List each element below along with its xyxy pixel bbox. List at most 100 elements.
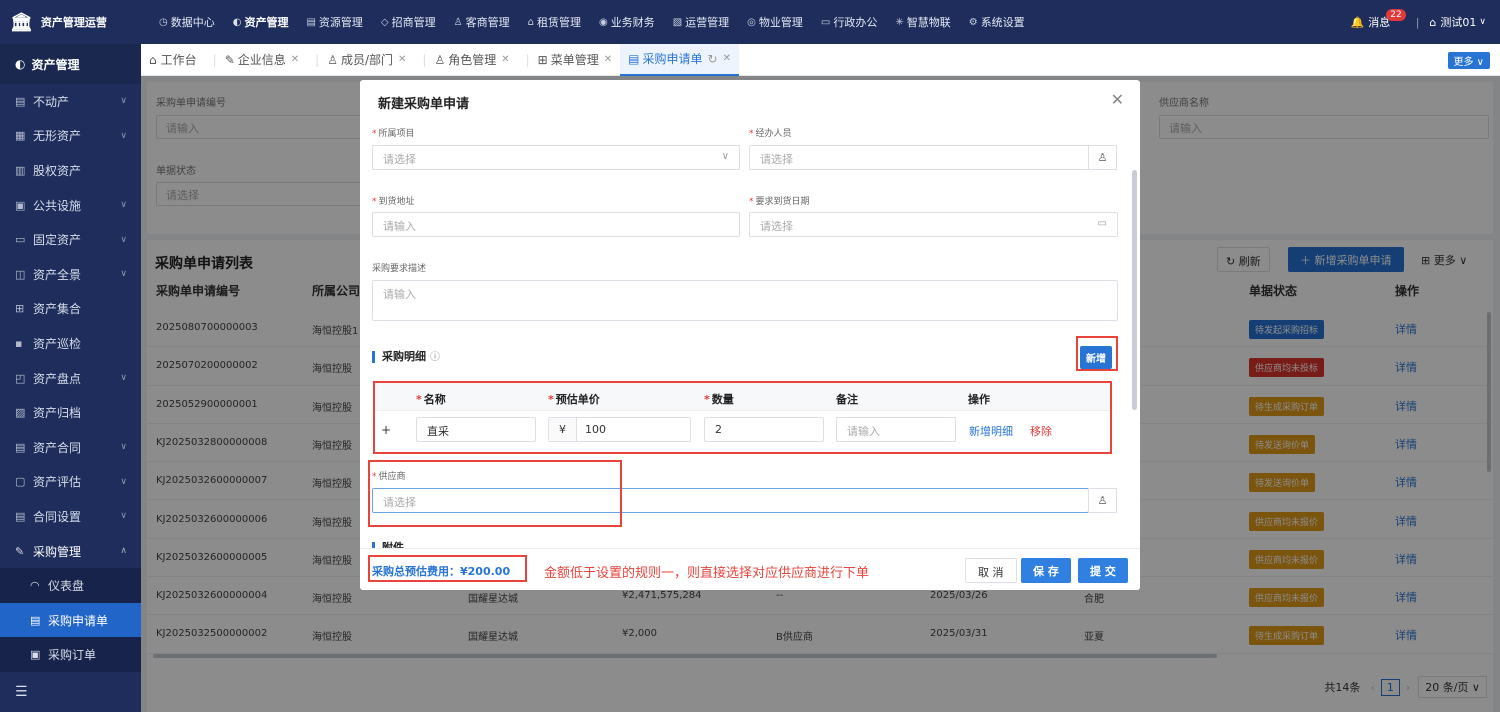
app-logo[interactable]: 🏛 资产管理运营 xyxy=(0,12,140,33)
bell-icon[interactable]: 🔔 xyxy=(1351,16,1365,29)
close-icon[interactable]: ✕ xyxy=(501,54,509,65)
iot-icon: ✳ xyxy=(895,16,904,28)
submit-button[interactable]: 提 交 xyxy=(1078,558,1128,583)
home-icon: ⌂ xyxy=(527,16,534,28)
nav-item-settings[interactable]: ⚙ 系统设置 xyxy=(960,0,1034,44)
description-textarea[interactable]: 请输入 xyxy=(372,280,1118,321)
close-icon[interactable]: ✕ xyxy=(398,54,406,65)
nav-item-iot[interactable]: ✳ 智慧物联 xyxy=(886,0,959,44)
home-icon: ⌂ xyxy=(149,52,157,67)
app-title: 资产管理运营 xyxy=(40,16,107,29)
supplier-picker-button[interactable]: ♙ xyxy=(1088,488,1117,513)
chevron-down-icon[interactable]: ∨ xyxy=(1479,17,1486,27)
nav-item-data-center[interactable]: ◷ 数据中心 xyxy=(150,0,224,44)
cancel-button[interactable]: 取 消 xyxy=(965,558,1017,583)
date-label: * 要求到货日期 xyxy=(749,197,810,207)
nav-item-admin[interactable]: ▭ 行政办公 xyxy=(812,0,886,44)
close-icon[interactable]: ✕ xyxy=(723,53,731,64)
nav-item-investment[interactable]: ◇ 招商管理 xyxy=(372,0,445,44)
document-icon: ▤ xyxy=(30,613,41,627)
building-icon: ▤ xyxy=(306,16,316,28)
sidebar-item-procurement[interactable]: ✎ 采购管理 ∧ xyxy=(0,534,141,569)
users-icon: ♙ xyxy=(453,16,463,28)
project-select[interactable]: 请选择 ∨ xyxy=(372,145,740,170)
nav-item-merchant[interactable]: ♙ 客商管理 xyxy=(445,0,519,44)
evaluation-icon: ▢ xyxy=(15,475,26,489)
nav-item-lease[interactable]: ⌂ 租赁管理 xyxy=(519,0,590,44)
chevron-down-icon: ∨ xyxy=(120,269,127,280)
nav-item-operation[interactable]: ▧ 运营管理 xyxy=(664,0,738,44)
sidebar-item-contract[interactable]: ▤ 资产合同 ∨ xyxy=(0,430,141,465)
tab-menus[interactable]: | ⊞ 菜单管理 ✕ xyxy=(518,44,621,76)
nav-item-resource[interactable]: ▤ 资源管理 xyxy=(297,0,371,44)
highlight-supplier xyxy=(368,460,622,527)
user-menu[interactable]: 测试01 xyxy=(1440,14,1476,30)
sidebar: ◐ 资产管理 ▤ 不动产 ∨ ▦ 无形资产 ∨ ▥ 股权资产 ▣ 公共设施 ∨ ▭ 固定资产 ∨ ◫… xyxy=(0,44,141,712)
close-icon[interactable]: ✕ xyxy=(1111,90,1124,109)
sidebar-item-intangible[interactable]: ▦ 无形资产 ∨ xyxy=(0,119,141,154)
chevron-down-icon: ∨ xyxy=(721,151,729,162)
sidebar-item-evaluation[interactable]: ▢ 资产评估 ∨ xyxy=(0,465,141,500)
close-icon[interactable]: ✕ xyxy=(604,54,612,65)
sidebar-item-inventory[interactable]: ◰ 资产盘点 ∨ xyxy=(0,361,141,396)
calendar-icon: ▭ xyxy=(1097,218,1107,229)
user-picker-button[interactable]: ♙ xyxy=(1088,145,1117,170)
tab-workbench[interactable]: ⌂ 工作台 xyxy=(141,44,205,76)
address-label: * 到货地址 xyxy=(372,197,415,207)
tabs-more-button[interactable]: 更多 ∨ xyxy=(1447,52,1490,69)
chevron-down-icon: ∨ xyxy=(120,442,127,453)
sidebar-item-public-facility[interactable]: ▣ 公共设施 ∨ xyxy=(0,188,141,223)
address-input[interactable]: 请输入 xyxy=(372,212,740,237)
highlight-add-button xyxy=(1076,336,1118,371)
chevron-down-icon: ∨ xyxy=(120,200,127,211)
dashboard-icon: ◷ xyxy=(159,16,168,28)
dialog-footer: 采购总预估费用：¥200.00 金额低于设置的规则一，则直接选择对应供应商进行下… xyxy=(360,548,1140,590)
detail-section-title: 采购明细 ⓘ xyxy=(372,351,440,363)
refresh-icon[interactable]: ↻ xyxy=(708,52,718,66)
tab-company-info[interactable]: | ✎ 企业信息 ✕ xyxy=(205,44,308,76)
sidebar-sub-purchase-request[interactable]: ▤ 采购申请单 xyxy=(0,602,141,638)
dialog-scrollbar[interactable] xyxy=(1132,170,1137,410)
sidebar-sub-dashboard[interactable]: ◠ 仪表盘 xyxy=(0,568,141,603)
nav-item-property[interactable]: ◎ 物业管理 xyxy=(738,0,812,44)
sidebar-item-fixed-asset[interactable]: ▭ 固定资产 ∨ xyxy=(0,222,141,257)
file-icon: ▦ xyxy=(15,129,26,143)
sidebar-sub-purchase-order[interactable]: ▣ 采购订单 xyxy=(0,637,141,672)
tab-roles[interactable]: | ♙ 角色管理 ✕ xyxy=(414,44,517,76)
chevron-down-icon: ∨ xyxy=(120,234,127,245)
handler-label: * 经办人员 xyxy=(749,129,792,139)
menu-collapse-icon[interactable]: ☰ xyxy=(15,684,28,700)
handler-input[interactable]: 请选择 xyxy=(749,145,1089,170)
user-icon: ♙ xyxy=(1097,151,1108,164)
main-nav: ◷ 数据中心 ◐ 资产管理 ▤ 资源管理 ◇ 招商管理 ♙ 客商管理 ⌂ 租赁管理 ◉ 业务财… xyxy=(150,0,1034,44)
sidebar-item-collection[interactable]: ⊞ 资产集合 xyxy=(0,292,141,327)
save-button[interactable]: 保 存 xyxy=(1021,558,1071,583)
asset-icon: ◐ xyxy=(15,57,26,71)
top-bar: 🏛 资产管理运营 ◷ 数据中心 ◐ 资产管理 ▤ 资源管理 ◇ 招商管理 ♙ 客商管理 ⌂… xyxy=(0,0,1500,44)
sidebar-item-contract-settings[interactable]: ▤ 合同设置 ∨ xyxy=(0,499,141,534)
bank-icon: 🏛 xyxy=(10,11,33,33)
nav-item-asset-management[interactable]: ◐ 资产管理 xyxy=(224,0,298,44)
sidebar-item-panorama[interactable]: ◫ 资产全景 ∨ xyxy=(0,257,141,292)
chevron-up-icon: ∧ xyxy=(120,546,127,557)
date-picker[interactable]: 请选择 ▭ xyxy=(749,212,1118,237)
edit-icon: ✎ xyxy=(224,52,235,67)
sidebar-item-inspection[interactable]: ▪ 资产巡检 xyxy=(0,326,141,361)
help-icon[interactable]: ⓘ xyxy=(430,352,440,363)
asset-icon: ◐ xyxy=(232,16,242,28)
sidebar-item-equity[interactable]: ▥ 股权资产 xyxy=(0,153,141,188)
sidebar-item-archive[interactable]: ▨ 资产归档 xyxy=(0,395,141,430)
close-icon[interactable]: ✕ xyxy=(291,54,299,65)
nav-item-finance[interactable]: ◉ 业务财务 xyxy=(590,0,664,44)
tab-members[interactable]: | ♙ 成员/部门 ✕ xyxy=(307,44,414,76)
annotation-text: 金额低于设置的规则一，则直接选择对应供应商进行下单 xyxy=(544,566,870,581)
description-label: 采购要求描述 xyxy=(372,264,427,274)
document-icon: ▤ xyxy=(628,51,640,66)
order-icon: ▣ xyxy=(30,648,41,662)
contract-icon: ▤ xyxy=(15,440,26,454)
grid-icon: ⊞ xyxy=(537,52,548,67)
tab-purchase-request[interactable]: ▤ 采购申请单 ↻ ✕ xyxy=(620,43,739,76)
procurement-icon: ✎ xyxy=(15,544,25,558)
sidebar-item-real-estate[interactable]: ▤ 不动产 ∨ xyxy=(0,84,141,119)
grid-icon: ▧ xyxy=(672,16,683,28)
